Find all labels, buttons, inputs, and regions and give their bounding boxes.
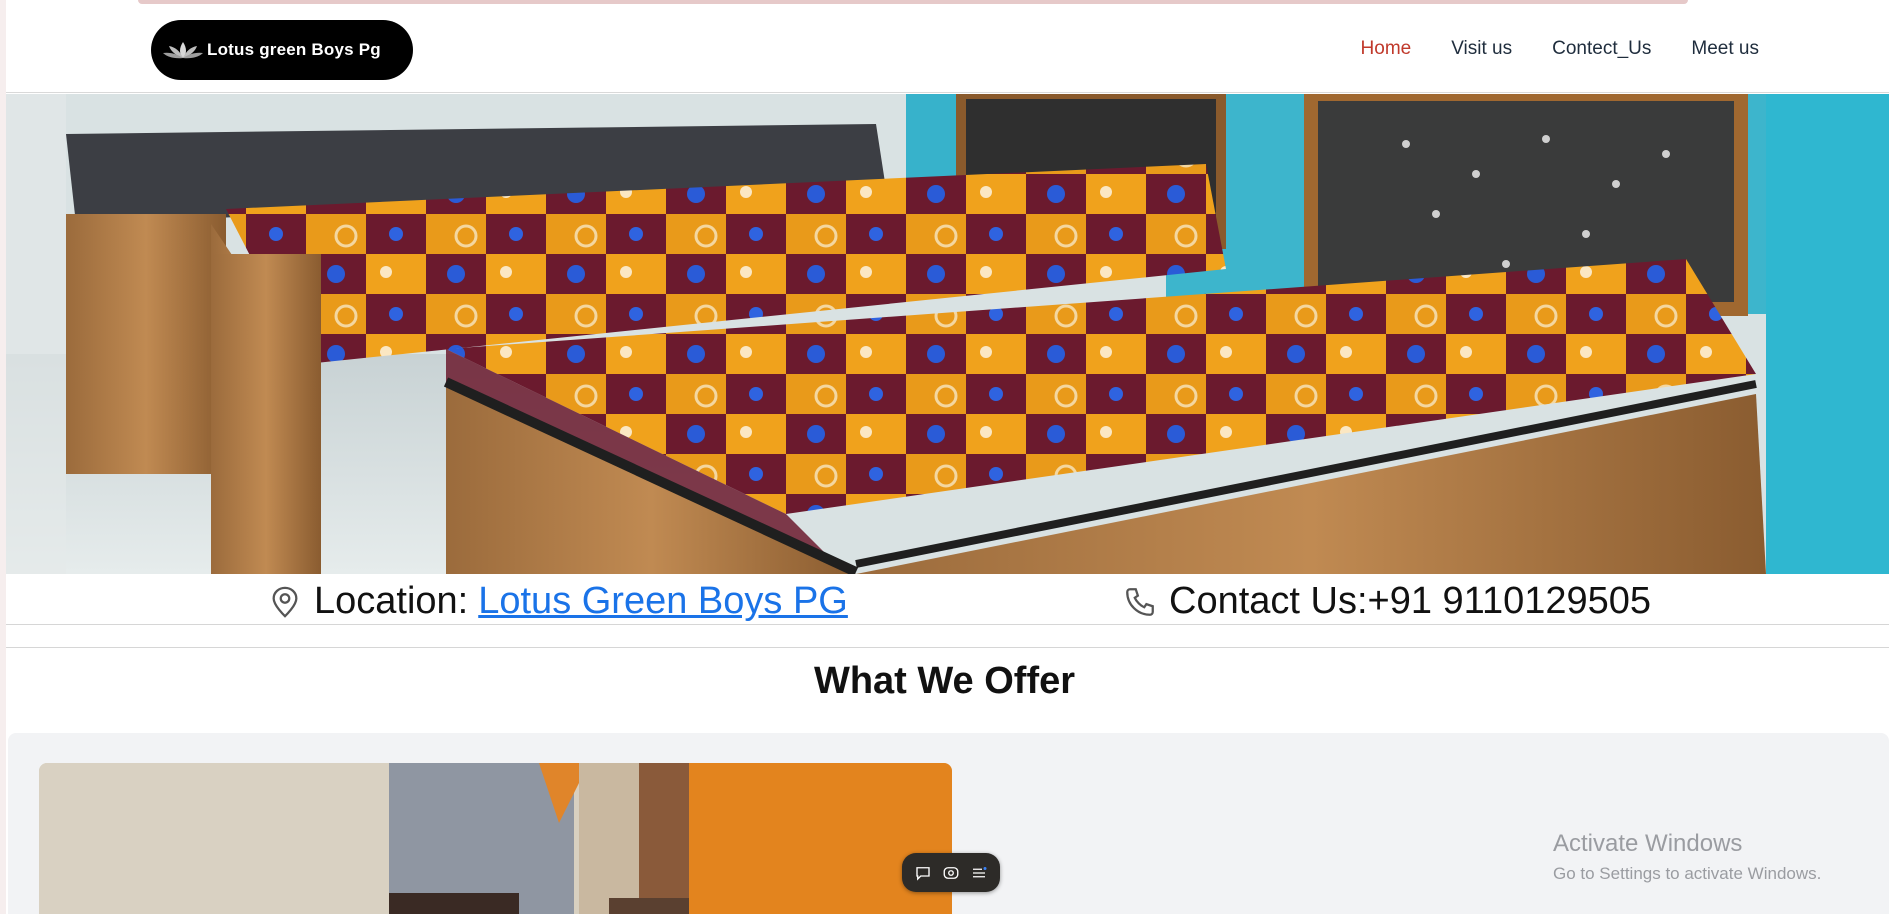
contact-info: Contact Us:+91 9110129505 — [1123, 580, 1651, 623]
nav-visit-us[interactable]: Visit us — [1451, 38, 1512, 60]
activate-title: Activate Windows — [1553, 830, 1743, 857]
lotus-logo-icon — [163, 42, 203, 59]
brand-name: Lotus green Boys Pg — [207, 40, 381, 59]
section-divider — [6, 647, 1889, 648]
chat-button[interactable] — [913, 863, 933, 883]
nav-meet-us[interactable]: Meet us — [1691, 38, 1759, 60]
brand-logo[interactable]: Lotus green Boys Pg — [151, 20, 413, 80]
page: Lotus green Boys Pg Home Visit us Contec… — [6, 0, 1889, 914]
offer-card-image[interactable] — [39, 763, 952, 914]
contact-text: Contact Us:+91 9110129505 — [1169, 580, 1652, 622]
location-link[interactable]: Lotus Green Boys PG — [478, 580, 848, 623]
floating-toolbar — [902, 853, 1000, 892]
location-info: Location: Lotus Green Boys PG — [268, 580, 848, 623]
location-label: Location: — [314, 580, 469, 622]
menu-icon — [973, 866, 987, 877]
record-button[interactable] — [941, 863, 961, 883]
navbar: Lotus green Boys Pg Home Visit us Contec… — [6, 4, 1889, 93]
main-nav: Home Visit us Contect_Us Meet us — [1361, 38, 1759, 60]
section-title: What We Offer — [813, 660, 1076, 702]
activate-subtitle: Go to Settings to activate Windows. — [1553, 864, 1822, 883]
info-bar: Location: Lotus Green Boys PG Contact Us… — [6, 574, 1889, 625]
activate-windows-watermark: Activate Windows Go to Settings to activ… — [1553, 830, 1821, 884]
hero-image — [6, 94, 1889, 574]
location-pin-icon — [272, 586, 298, 618]
nav-home[interactable]: Home — [1361, 38, 1412, 60]
nav-contact-us[interactable]: Contect_Us — [1552, 38, 1651, 60]
phone-icon — [1126, 587, 1154, 616]
menu-button[interactable] — [969, 863, 989, 883]
chat-icon — [916, 866, 930, 881]
record-icon — [943, 866, 959, 879]
